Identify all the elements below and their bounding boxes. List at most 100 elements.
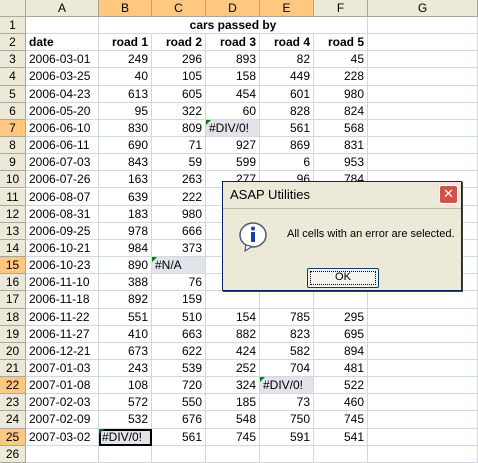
cell[interactable]: 163 <box>99 171 152 189</box>
cell[interactable]: 185 <box>206 394 260 412</box>
cell[interactable]: 71 <box>152 137 206 155</box>
cell[interactable]: 243 <box>99 360 152 378</box>
cell[interactable]: 95 <box>99 102 152 120</box>
cell-G9[interactable] <box>368 154 478 172</box>
cell-F26[interactable] <box>314 445 368 463</box>
cell[interactable]: 295 <box>314 308 368 326</box>
cell[interactable]: 2006-09-25 <box>26 222 99 240</box>
cell-G6[interactable] <box>368 102 478 120</box>
cell[interactable]: 978 <box>99 222 152 240</box>
cell[interactable]: 785 <box>260 308 314 326</box>
cell[interactable]: 263 <box>152 171 206 189</box>
cell[interactable]: 2006-10-23 <box>26 257 99 275</box>
cell[interactable]: 561 <box>260 119 314 138</box>
column-label-A[interactable]: date <box>26 34 99 52</box>
cell[interactable]: 510 <box>152 308 206 326</box>
cell[interactable]: 249 <box>99 51 152 69</box>
cell[interactable]: 105 <box>152 68 206 86</box>
cell[interactable]: 76 <box>152 274 206 292</box>
cell[interactable]: 2006-08-31 <box>26 205 99 223</box>
cell-G20[interactable] <box>368 342 478 360</box>
row-header-10[interactable]: 10 <box>0 171 26 189</box>
row-header-2[interactable]: 2 <box>0 34 26 52</box>
column-header-B[interactable]: B <box>99 0 152 17</box>
cell-G3[interactable] <box>368 51 478 69</box>
cell-G1[interactable] <box>368 17 478 35</box>
cell[interactable]: 2006-08-07 <box>26 188 99 206</box>
row-header-4[interactable]: 4 <box>0 68 26 86</box>
row-header-24[interactable]: 24 <box>0 411 26 429</box>
cell[interactable]: 828 <box>260 102 314 120</box>
row-header-25[interactable]: 25 <box>0 428 26 446</box>
cell[interactable]: 663 <box>152 325 206 343</box>
cell[interactable]: 159 <box>152 291 206 309</box>
cell[interactable]: 2006-03-25 <box>26 68 99 86</box>
cell[interactable]: 2006-11-27 <box>26 325 99 343</box>
cell[interactable]: 927 <box>206 137 260 155</box>
cell[interactable]: 73 <box>260 394 314 412</box>
cell[interactable]: 2006-03-01 <box>26 51 99 69</box>
cell[interactable]: 2006-10-21 <box>26 239 99 258</box>
cell-G4[interactable] <box>368 68 478 86</box>
cell[interactable]: 449 <box>260 68 314 86</box>
cell[interactable]: 2006-07-26 <box>26 171 99 189</box>
row-header-21[interactable]: 21 <box>0 360 26 378</box>
column-header-D[interactable]: D <box>206 0 260 17</box>
cell[interactable]: 809 <box>152 119 206 138</box>
cell[interactable]: 2007-02-09 <box>26 411 99 429</box>
cell[interactable]: 424 <box>206 342 260 360</box>
cell-C26[interactable] <box>152 445 206 463</box>
row-header-1[interactable]: 1 <box>0 17 26 35</box>
cell[interactable]: 823 <box>260 325 314 343</box>
cell[interactable]: 2007-02-03 <box>26 394 99 412</box>
row-header-6[interactable]: 6 <box>0 102 26 120</box>
cell[interactable]: 322 <box>152 102 206 120</box>
cell[interactable]: 980 <box>314 85 368 103</box>
column-header-G[interactable]: G <box>368 0 478 17</box>
cell-G25[interactable] <box>368 428 478 446</box>
error-cell[interactable]: #DIV/0! <box>260 377 314 395</box>
cell-A1[interactable] <box>26 17 99 35</box>
cell[interactable]: 676 <box>152 411 206 429</box>
cell[interactable]: 522 <box>314 377 368 395</box>
cell[interactable]: 158 <box>206 68 260 86</box>
cell-B26[interactable] <box>99 445 152 463</box>
cell[interactable]: 831 <box>314 137 368 155</box>
cell[interactable]: 720 <box>152 377 206 395</box>
cell[interactable]: 2006-11-18 <box>26 291 99 309</box>
cell[interactable]: 2006-07-03 <box>26 154 99 172</box>
cell-G5[interactable] <box>368 85 478 103</box>
column-header-E[interactable]: E <box>260 0 314 17</box>
cell[interactable]: 2006-06-10 <box>26 119 99 138</box>
row-header-26[interactable]: 26 <box>0 445 26 463</box>
cell[interactable]: 591 <box>260 428 314 446</box>
row-header-16[interactable]: 16 <box>0 274 26 292</box>
row-header-19[interactable]: 19 <box>0 325 26 343</box>
cell[interactable]: 40 <box>99 68 152 86</box>
cell[interactable]: 613 <box>99 85 152 103</box>
cell[interactable]: 2006-12-21 <box>26 342 99 360</box>
row-header-17[interactable]: 17 <box>0 291 26 309</box>
cell[interactable]: 539 <box>152 360 206 378</box>
cell[interactable]: 410 <box>99 325 152 343</box>
column-label-F[interactable]: road 5 <box>314 34 368 52</box>
cell-G26[interactable] <box>368 445 478 463</box>
cell[interactable]: 673 <box>99 342 152 360</box>
row-header-23[interactable]: 23 <box>0 394 26 412</box>
cell[interactable]: 882 <box>206 325 260 343</box>
row-header-14[interactable]: 14 <box>0 239 26 258</box>
column-header-C[interactable]: C <box>152 0 206 17</box>
cell-G22[interactable] <box>368 377 478 395</box>
cell[interactable]: 830 <box>99 119 152 138</box>
cell[interactable]: 373 <box>152 239 206 258</box>
column-label-E[interactable]: road 4 <box>260 34 314 52</box>
cell[interactable]: 59 <box>152 154 206 172</box>
cell[interactable]: 2006-06-11 <box>26 137 99 155</box>
cell[interactable] <box>314 291 368 309</box>
cell[interactable]: 388 <box>99 274 152 292</box>
cell[interactable]: 704 <box>260 360 314 378</box>
cell[interactable]: 869 <box>260 137 314 155</box>
cell[interactable]: 639 <box>99 188 152 206</box>
close-icon[interactable]: ✕ <box>439 185 458 204</box>
cell-D26[interactable] <box>206 445 260 463</box>
